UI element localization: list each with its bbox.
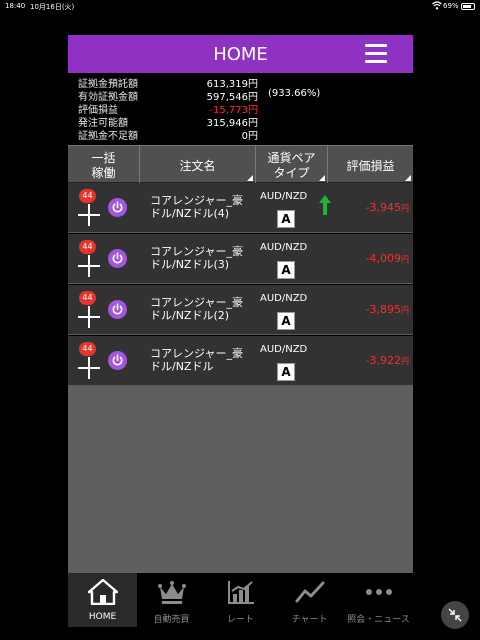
- summary-row-effective-margin: 有効証拠金額 597,546円 (933.66%): [78, 88, 378, 103]
- header-pair-type[interactable]: 通貨ペア タイプ: [256, 146, 328, 183]
- order-name-line: コアレンジャー_豪: [150, 296, 243, 309]
- trend-up-arrow-icon: [319, 195, 331, 215]
- add-icon[interactable]: [77, 203, 101, 227]
- header-bulk-run[interactable]: 一括 稼働: [68, 146, 140, 183]
- pl-unit: 円: [401, 306, 409, 315]
- tab-chart[interactable]: チャート: [275, 573, 344, 627]
- order-name: コアレンジャー_豪 ドル/NZドル(3): [150, 245, 260, 271]
- pl-value: -4,009: [365, 252, 401, 265]
- type-badge: A: [277, 261, 295, 279]
- margin-ratio: (933.66%): [268, 88, 321, 99]
- crown-icon: [158, 581, 186, 604]
- header-text: 評価損益: [346, 159, 395, 173]
- pl-value: -3,945: [365, 201, 401, 214]
- tab-label: 自動売買: [153, 615, 190, 625]
- header-unrealized-pl[interactable]: 評価損益: [328, 146, 413, 183]
- summary-row-orderable: 発注可能額 315,946円: [78, 114, 378, 129]
- status-bar: 18:40 10月16日(火) 69%: [0, 0, 480, 14]
- sort-indicator-icon: [247, 175, 253, 181]
- summary-row-shortfall: 証拠金不足額 0円: [78, 127, 378, 142]
- add-icon[interactable]: [77, 254, 101, 278]
- order-name-line: ドル/NZドル(3): [150, 258, 230, 271]
- summary-row-unrealized-pl: 評価損益 -15,773円: [78, 101, 378, 116]
- status-time: 18:40: [5, 2, 26, 10]
- currency-pair: AUD/NZD: [260, 344, 308, 355]
- header-text: タイプ: [273, 166, 310, 180]
- type-badge: A: [277, 210, 295, 228]
- shrink-window-button[interactable]: [441, 601, 469, 629]
- power-toggle-icon[interactable]: [108, 351, 127, 370]
- tab-inquiry-news[interactable]: 照会・ニュース: [344, 573, 413, 627]
- count-badge: 44: [79, 189, 96, 203]
- order-name-line: ドル/NZドル(4): [150, 207, 230, 220]
- power-toggle-icon[interactable]: [108, 198, 127, 217]
- shrink-arrows-icon: [448, 608, 462, 622]
- add-icon[interactable]: [77, 305, 101, 329]
- header-text: 稼働: [91, 166, 116, 180]
- type-badge: A: [277, 312, 295, 330]
- empty-area: [68, 385, 413, 573]
- currency-pair: AUD/NZD: [260, 293, 308, 304]
- count-badge: 44: [79, 240, 96, 254]
- tab-home[interactable]: HOME: [68, 573, 137, 627]
- sort-indicator-icon: [319, 175, 325, 181]
- unrealized-pl: -3,922円: [339, 354, 409, 367]
- order-name-line: ドル/NZドル: [150, 360, 214, 373]
- pl-value: -3,895: [365, 303, 401, 316]
- tab-label: HOME: [88, 612, 117, 622]
- order-name: コアレンジャー_豪 ドル/NZドル(2): [150, 296, 260, 322]
- unrealized-pl: -3,895円: [339, 303, 409, 316]
- tab-label: 照会・ニュース: [347, 615, 410, 625]
- app-window: HOME 証拠金預託額 613,319円 有効証拠金額 597,546円 (93…: [68, 35, 413, 627]
- home-icon: [88, 579, 118, 605]
- power-toggle-icon[interactable]: [108, 300, 127, 319]
- add-icon[interactable]: [77, 356, 101, 380]
- currency-pair: AUD/NZD: [260, 191, 308, 202]
- order-row[interactable]: 44 コアレンジャー_豪 ドル/NZドル(4) AUD/NZD A -3,945…: [68, 183, 413, 233]
- battery-icon: [461, 3, 475, 10]
- pl-value: -3,922: [365, 354, 401, 367]
- unrealized-pl: -4,009円: [339, 252, 409, 265]
- order-name-line: コアレンジャー_豪: [150, 194, 243, 207]
- table-header: 一括 稼働 注文名 通貨ペア タイプ 評価損益: [68, 145, 413, 183]
- order-row[interactable]: 44 コアレンジャー_豪 ドル/NZドル(2) AUD/NZD A -3,895…: [68, 285, 413, 335]
- power-toggle-icon[interactable]: [108, 249, 127, 268]
- pl-unit: 円: [401, 204, 409, 213]
- status-date: 10月16日(火): [30, 3, 75, 11]
- unrealized-pl: -3,945円: [339, 201, 409, 214]
- header-bar: HOME: [68, 35, 413, 73]
- order-row[interactable]: 44 コアレンジャー_豪 ドル/NZドル(3) AUD/NZD A -4,009…: [68, 234, 413, 284]
- order-name: コアレンジャー_豪 ドル/NZドル(4): [150, 194, 260, 220]
- pl-unit: 円: [401, 357, 409, 366]
- tab-rate[interactable]: レート: [206, 573, 275, 627]
- wifi-icon: [432, 1, 442, 10]
- tab-label: チャート: [291, 615, 328, 625]
- tab-label: レート: [226, 615, 254, 625]
- count-badge: 44: [79, 342, 96, 356]
- sort-indicator-icon: [405, 175, 411, 181]
- pl-unit: 円: [401, 255, 409, 264]
- bottom-tab-bar: HOME 自動売買 レート チャート 照会・ニュース: [68, 573, 413, 627]
- order-name-line: ドル/NZドル(2): [150, 309, 230, 322]
- page-title: HOME: [213, 44, 268, 65]
- order-name-line: コアレンジャー_豪: [150, 347, 243, 360]
- type-badge: A: [277, 363, 295, 381]
- line-chart-icon: [295, 581, 325, 603]
- header-order-name[interactable]: 注文名: [140, 146, 256, 183]
- summary-label: 証拠金不足額: [78, 131, 138, 142]
- order-name-line: コアレンジャー_豪: [150, 245, 243, 258]
- order-name: コアレンジャー_豪 ドル/NZドル: [150, 347, 260, 373]
- summary-row-deposit: 証拠金預託額 613,319円: [78, 75, 378, 90]
- currency-pair: AUD/NZD: [260, 242, 308, 253]
- summary-value: 0円: [241, 131, 258, 142]
- count-badge: 44: [79, 291, 96, 305]
- rate-chart-icon: [228, 581, 254, 604]
- tab-auto-trade[interactable]: 自動売買: [137, 573, 206, 627]
- order-row[interactable]: 44 コアレンジャー_豪 ドル/NZドル AUD/NZD A -3,922円: [68, 336, 413, 386]
- header-text: 注文名: [179, 159, 216, 173]
- battery-percent: 69%: [443, 2, 459, 10]
- hamburger-menu-icon[interactable]: [365, 44, 387, 64]
- more-dots-icon: [366, 589, 392, 595]
